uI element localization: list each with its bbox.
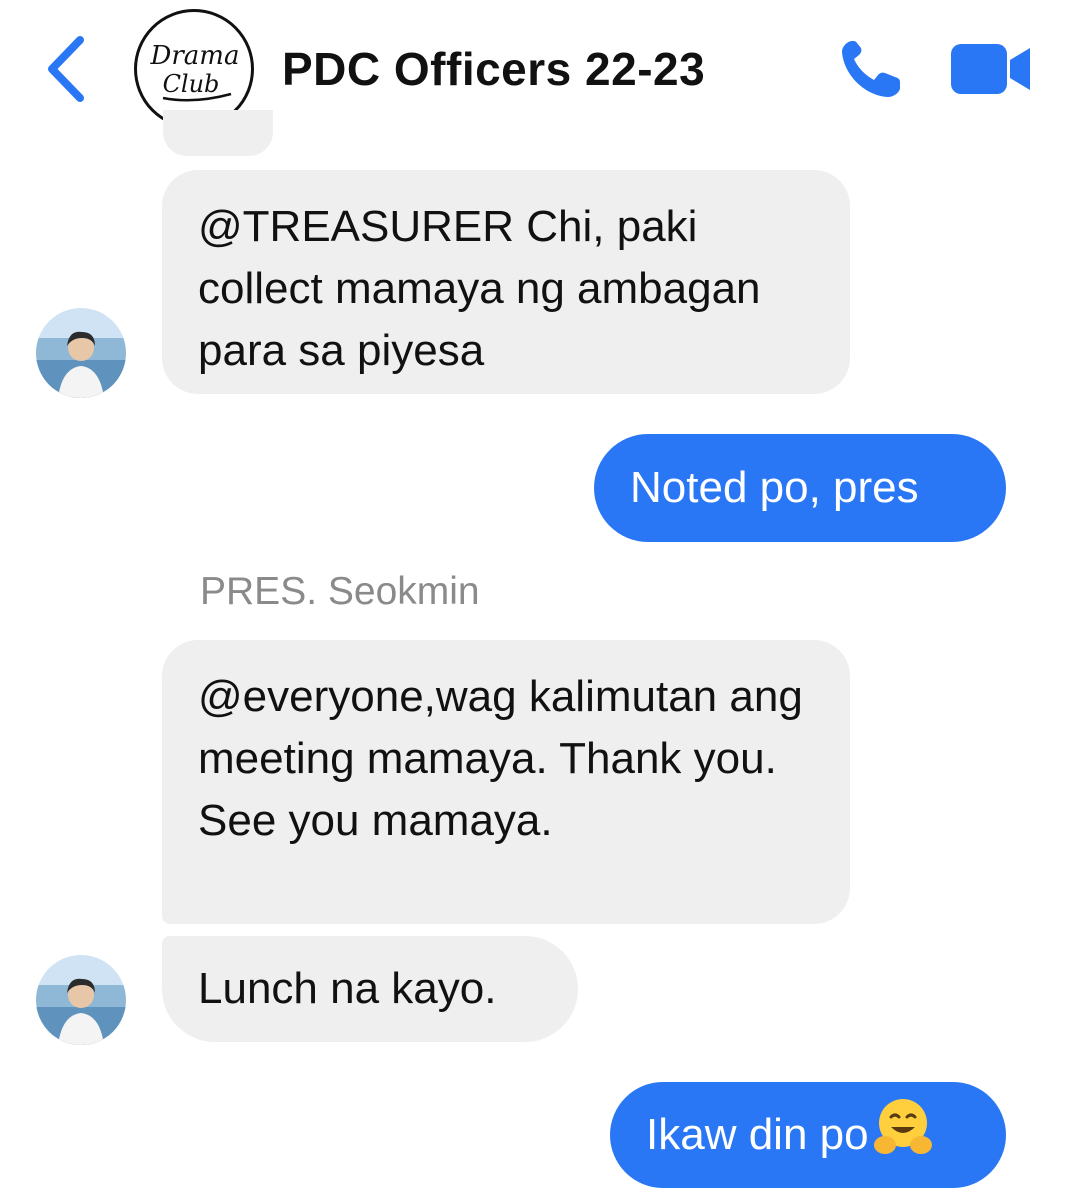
incoming-message-bubble[interactable]: Lunch na kayo. [162, 936, 578, 1042]
hugging-face-emoji-icon [873, 1099, 932, 1154]
outgoing-message-bubble[interactable]: Noted po, pres [594, 434, 1006, 542]
previous-message-bubble-fragment [163, 110, 273, 156]
incoming-message-bubble[interactable]: @everyone,wag kalimutan ang meeting mama… [162, 640, 850, 924]
sender-name-label: PRES. Seokmin [200, 570, 480, 613]
back-chevron-icon[interactable] [42, 34, 92, 104]
drama-club-logo-icon: Drama Club [150, 41, 240, 102]
message-text: Ikaw din po [646, 1110, 869, 1159]
conversation-title[interactable]: PDC Officers 22-23 [282, 42, 705, 96]
chat-header: Drama Club PDC Officers 22-23 [0, 0, 1080, 140]
user-photo-icon [36, 308, 126, 398]
svg-text:Drama: Drama [150, 41, 240, 71]
video-camera-icon[interactable] [950, 42, 1032, 96]
phone-icon[interactable] [838, 38, 904, 100]
outgoing-message-bubble[interactable]: Ikaw din po [610, 1082, 1006, 1188]
sender-avatar[interactable] [36, 308, 126, 398]
user-photo-icon [36, 955, 126, 1045]
sender-avatar[interactable] [36, 955, 126, 1045]
incoming-message-bubble[interactable]: @TREASURER Chi, paki collect mamaya ng a… [162, 170, 850, 394]
svg-text:Club: Club [163, 70, 220, 98]
